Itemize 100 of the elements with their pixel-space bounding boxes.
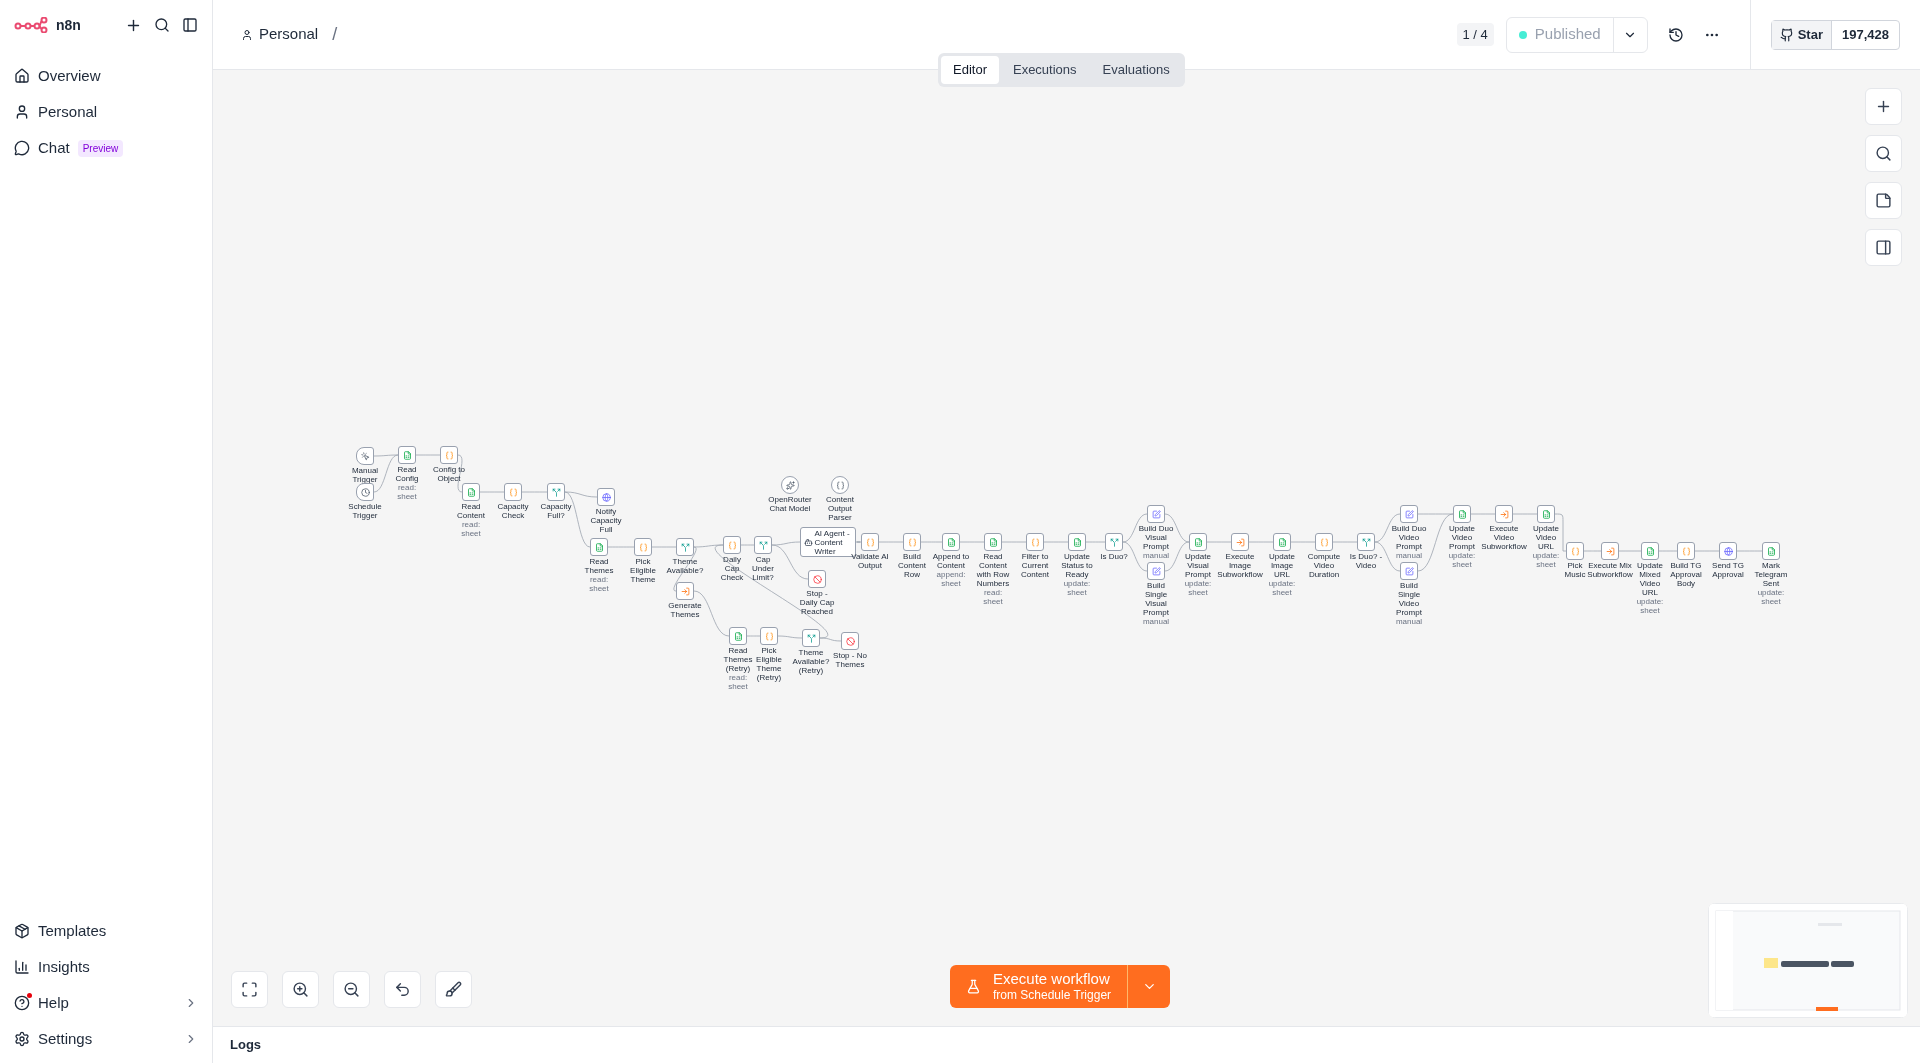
brand-name: n8n — [56, 15, 81, 35]
github-star-button[interactable]: Star — [1771, 20, 1831, 49]
workflow-node[interactable] — [1273, 533, 1291, 551]
workflow-node[interactable] — [760, 627, 778, 645]
node-subtitle: manual — [1394, 617, 1424, 626]
workflow-node[interactable] — [903, 533, 921, 551]
spreadsheet-icon — [1645, 546, 1655, 556]
zoom-in-button[interactable] — [282, 971, 319, 1008]
star-count[interactable]: 197,428 — [1831, 20, 1899, 49]
workflow-node[interactable] — [597, 488, 615, 506]
node-subtitle: read: sheet — [588, 575, 610, 593]
workflow-node[interactable] — [1719, 542, 1737, 560]
workflow-node[interactable] — [1068, 533, 1086, 551]
node-label: Read Content with Row Numbers — [975, 552, 1011, 588]
logs-panel-label[interactable]: Logs — [230, 1035, 262, 1055]
connector-line — [920, 541, 943, 543]
fit-view-button[interactable] — [231, 971, 268, 1008]
enter-icon — [680, 586, 690, 596]
sparkle-icon — [785, 480, 795, 490]
spreadsheet-icon — [1541, 509, 1551, 519]
split-icon — [806, 633, 816, 643]
corners-icon — [241, 981, 258, 998]
zoom-out-button[interactable] — [333, 971, 370, 1008]
workflow-node[interactable] — [984, 533, 1002, 551]
workflow-node[interactable] — [1189, 533, 1207, 551]
nav-item[interactable]: Settings — [8, 1021, 204, 1057]
undo-button[interactable] — [384, 971, 421, 1008]
workflow-node[interactable] — [781, 476, 799, 494]
workflow-node[interactable] — [802, 629, 820, 647]
search-button[interactable] — [1865, 135, 1902, 172]
node-subtitle: update: sheet — [1635, 597, 1665, 615]
workflow-node[interactable] — [1026, 533, 1044, 551]
logo-icon — [14, 17, 48, 33]
braces-icon — [865, 537, 875, 547]
workflow-node[interactable] — [398, 446, 416, 464]
view-tab[interactable]: Evaluations — [1090, 56, 1182, 84]
node-subtitle: read: sheet — [982, 588, 1004, 606]
workflow-node[interactable] — [942, 533, 960, 551]
nav-item[interactable]: Overview — [8, 58, 204, 94]
box-icon — [14, 923, 30, 939]
node-label: Build Content Row — [897, 552, 927, 579]
node-label: Read Themes — [583, 557, 615, 575]
workflow-node[interactable] — [590, 538, 608, 556]
workflow-node[interactable] — [634, 538, 652, 556]
workflow-node[interactable] — [1495, 505, 1513, 523]
nav-item[interactable]: Personal — [8, 94, 204, 130]
workflow-node[interactable] — [504, 483, 522, 501]
workflow-node[interactable] — [723, 536, 741, 554]
workflow-node[interactable] — [1315, 533, 1333, 551]
workflow-node[interactable] — [729, 627, 747, 645]
workflow-node[interactable] — [676, 538, 694, 556]
workflow-node[interactable] — [831, 476, 849, 494]
nav-item[interactable]: Insights — [8, 949, 204, 985]
view-tab[interactable]: Editor — [941, 56, 999, 84]
workflow-node[interactable] — [676, 582, 694, 600]
nav-item[interactable]: Chat Preview — [8, 130, 204, 166]
workflow-node[interactable] — [356, 447, 374, 465]
view-tab[interactable]: Executions — [1000, 56, 1089, 84]
history-icon[interactable] — [1667, 26, 1684, 43]
workflow-node[interactable] — [841, 632, 859, 650]
workflow-node[interactable] — [1537, 505, 1555, 523]
workflow-node[interactable] — [1105, 533, 1123, 551]
spreadsheet-icon — [594, 542, 604, 552]
workflow-node[interactable] — [1147, 505, 1165, 523]
workflow-node[interactable] — [1566, 542, 1584, 560]
workflow-node[interactable] — [1147, 562, 1165, 580]
workflow-node[interactable] — [1231, 533, 1249, 551]
node-label: Update Status to Ready — [1060, 552, 1094, 579]
split-icon — [1109, 537, 1119, 547]
clock-icon — [360, 487, 370, 497]
workflow-node[interactable] — [861, 533, 879, 551]
home-icon — [14, 68, 30, 84]
workflow-node[interactable] — [1453, 505, 1471, 523]
workflow-node[interactable] — [754, 536, 772, 554]
workflow-node[interactable] — [808, 570, 826, 588]
workflow-node[interactable] — [1400, 562, 1418, 580]
node-label: Update Video URL — [1532, 524, 1560, 551]
workflow-node[interactable] — [547, 483, 565, 501]
add-node-button[interactable] — [1865, 88, 1902, 125]
breadcrumb-link[interactable]: Personal — [259, 23, 319, 46]
workflow-node[interactable] — [1357, 533, 1375, 551]
nav-item[interactable]: Help — [8, 985, 204, 1021]
nav-item[interactable]: Templates — [8, 913, 204, 949]
workflow-node[interactable] — [440, 446, 458, 464]
sticky-note-button[interactable] — [1865, 182, 1902, 219]
node-label: Read Content — [456, 502, 486, 520]
workflow-node[interactable] — [1400, 505, 1418, 523]
workflow-node[interactable] — [356, 483, 374, 501]
workflow-node[interactable] — [462, 483, 480, 501]
search-icon[interactable] — [154, 17, 170, 33]
side-panel-button[interactable] — [1865, 229, 1902, 266]
connector-line — [1512, 513, 1538, 515]
node-subtitle: update: sheet — [1756, 588, 1786, 606]
sidebar-toggle-icon[interactable] — [182, 17, 198, 33]
workflow-node[interactable] — [1601, 542, 1619, 560]
workflow-node[interactable] — [1677, 542, 1695, 560]
workflow-node[interactable] — [1762, 542, 1780, 560]
workflow-node[interactable] — [1641, 542, 1659, 560]
node-subtitle: read: sheet — [396, 483, 418, 501]
tidy-up-button[interactable] — [435, 971, 472, 1008]
